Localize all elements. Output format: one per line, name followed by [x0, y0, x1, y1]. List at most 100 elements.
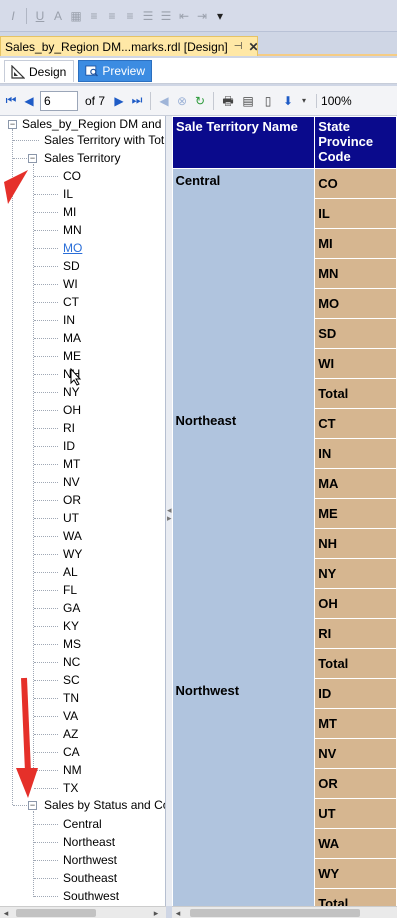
- tree-line: [34, 572, 58, 573]
- tree-node-state[interactable]: IL: [63, 185, 73, 203]
- export-icon[interactable]: ⬇: [280, 93, 296, 109]
- previous-page-icon[interactable]: ◀: [22, 94, 36, 108]
- tree-node-state[interactable]: SD: [63, 257, 80, 275]
- tree-node-status-region[interactable]: Northwest: [63, 851, 117, 869]
- tree-node-state[interactable]: OH: [63, 401, 81, 419]
- document-tab[interactable]: Sales_by_Region DM...marks.rdl [Design] …: [0, 36, 258, 56]
- splitter-grip-icon[interactable]: ◂ ▸: [167, 506, 172, 530]
- tree-node-state[interactable]: RI: [63, 419, 75, 437]
- tree-node-status-region[interactable]: Northeast: [63, 833, 115, 851]
- tree-node-status-region[interactable]: Southwest: [63, 887, 119, 905]
- tree-node-state[interactable]: AZ: [63, 725, 78, 743]
- tree-line: [34, 518, 58, 519]
- tree-node-state[interactable]: MT: [63, 455, 80, 473]
- tree-node-state[interactable]: UT: [63, 509, 79, 527]
- tab-preview[interactable]: Preview: [78, 60, 152, 82]
- tree-node-state[interactable]: ID: [63, 437, 75, 455]
- state-cell: OH: [314, 588, 397, 619]
- tree-node-state[interactable]: CT: [63, 293, 79, 311]
- tree-node-state[interactable]: MO: [63, 239, 82, 257]
- tree-line: [34, 842, 58, 843]
- design-icon: [11, 64, 25, 79]
- toolbar-overflow-icon[interactable]: ▾: [213, 9, 227, 23]
- tree-node-state[interactable]: WY: [63, 545, 82, 563]
- back-icon[interactable]: ◀: [157, 94, 171, 108]
- scroll-thumb[interactable]: [16, 909, 96, 917]
- table-row: Central CO: [172, 168, 397, 409]
- state-cell: CO: [314, 168, 397, 199]
- tree-node-state[interactable]: AL: [63, 563, 78, 581]
- scroll-right-icon[interactable]: ▸: [150, 907, 162, 918]
- tree-node-status-region[interactable]: Southeast: [63, 869, 117, 887]
- tree-node-state[interactable]: CO: [63, 167, 81, 185]
- tree-line: [13, 158, 27, 159]
- tree-node-sales-territory-totals[interactable]: Sales Territory with Tot: [44, 131, 164, 149]
- tree-line: [34, 536, 58, 537]
- pin-icon[interactable]: ⊣: [234, 41, 243, 52]
- tree-node-state[interactable]: MS: [63, 635, 81, 653]
- scroll-left-icon[interactable]: ◂: [0, 907, 12, 918]
- zoom-select[interactable]: 100%: [316, 93, 352, 108]
- state-cell: UT: [314, 798, 397, 829]
- preview-icon: [85, 65, 98, 77]
- print-icon[interactable]: 🖶: [220, 93, 236, 109]
- stop-icon[interactable]: ⊗: [175, 94, 189, 108]
- print-layout-icon[interactable]: ▤: [240, 93, 256, 109]
- tree-node-state[interactable]: NM: [63, 761, 82, 779]
- collapse-icon[interactable]: −: [28, 801, 37, 810]
- territory-cell: Central: [172, 168, 316, 409]
- tree-line: [34, 824, 58, 825]
- tree-node-sales-by-status[interactable]: Sales by Status and Cou: [44, 796, 165, 814]
- tree-line: [34, 356, 58, 357]
- territory-cell: Northwest: [172, 678, 316, 906]
- state-cell: MA: [314, 468, 397, 499]
- refresh-icon[interactable]: ↻: [193, 94, 207, 108]
- collapse-icon[interactable]: −: [8, 120, 17, 129]
- tree-node-status-region[interactable]: Central: [63, 815, 102, 833]
- tree-node-state[interactable]: CA: [63, 743, 80, 761]
- next-page-icon[interactable]: ▶: [112, 94, 126, 108]
- document-tab-strip: Sales_by_Region DM...marks.rdl [Design] …: [0, 32, 397, 56]
- tree-node-state[interactable]: SC: [63, 671, 80, 689]
- state-cell: CT: [314, 408, 397, 439]
- first-page-icon[interactable]: ⏮: [4, 93, 18, 108]
- tree-node-state[interactable]: MI: [63, 203, 76, 221]
- scroll-left-icon[interactable]: ◂: [172, 907, 184, 918]
- tab-design[interactable]: Design: [4, 60, 74, 82]
- collapse-icon[interactable]: −: [28, 154, 37, 163]
- page-setup-icon[interactable]: ▯: [260, 93, 276, 109]
- tab-preview-label: Preview: [102, 64, 145, 78]
- font-color-icon: A: [53, 8, 62, 23]
- tree-node-state[interactable]: WA: [63, 527, 82, 545]
- tree-node-state[interactable]: TN: [63, 689, 79, 707]
- tree-node-state[interactable]: TX: [63, 779, 78, 797]
- tree-line: [34, 608, 58, 609]
- column-header-territory: Sale Territory Name: [172, 116, 316, 169]
- tree-node-state[interactable]: GA: [63, 599, 80, 617]
- tree-line: [34, 662, 58, 663]
- tree-node-state[interactable]: VA: [63, 707, 78, 725]
- last-page-icon[interactable]: ⏭: [130, 93, 144, 108]
- state-cell: MO: [314, 288, 397, 319]
- tree-node-state[interactable]: OR: [63, 491, 81, 509]
- tree-node-sales-territory[interactable]: Sales Territory: [44, 149, 120, 167]
- close-icon[interactable]: ✕: [248, 40, 257, 54]
- tree-node-state[interactable]: MA: [63, 329, 81, 347]
- doc-map-horizontal-scrollbar[interactable]: ◂ ▸: [0, 906, 166, 918]
- tree-node-state[interactable]: WI: [63, 275, 78, 293]
- tree-node-state[interactable]: KY: [63, 617, 79, 635]
- tab-design-label: Design: [29, 64, 67, 79]
- tree-node-state[interactable]: IN: [63, 311, 75, 329]
- tree-node-state[interactable]: MN: [63, 221, 82, 239]
- current-page-input[interactable]: [40, 90, 78, 111]
- scroll-thumb[interactable]: [190, 909, 360, 917]
- tree-node-state[interactable]: ME: [63, 347, 81, 365]
- tree-node-state[interactable]: FL: [63, 581, 77, 599]
- formatting-toolbar: I U A ▦ ≡ ≡ ≡ ☰ ☰ ⇤ ⇥ ▾: [0, 0, 397, 32]
- tree-node-state[interactable]: NV: [63, 473, 80, 491]
- tree-line: [34, 176, 58, 177]
- export-dropdown-icon[interactable]: ▾: [300, 93, 308, 109]
- bullet-list-icon: ☰: [160, 8, 172, 23]
- report-horizontal-scrollbar[interactable]: ◂: [172, 906, 397, 918]
- tree-node-state[interactable]: NC: [63, 653, 80, 671]
